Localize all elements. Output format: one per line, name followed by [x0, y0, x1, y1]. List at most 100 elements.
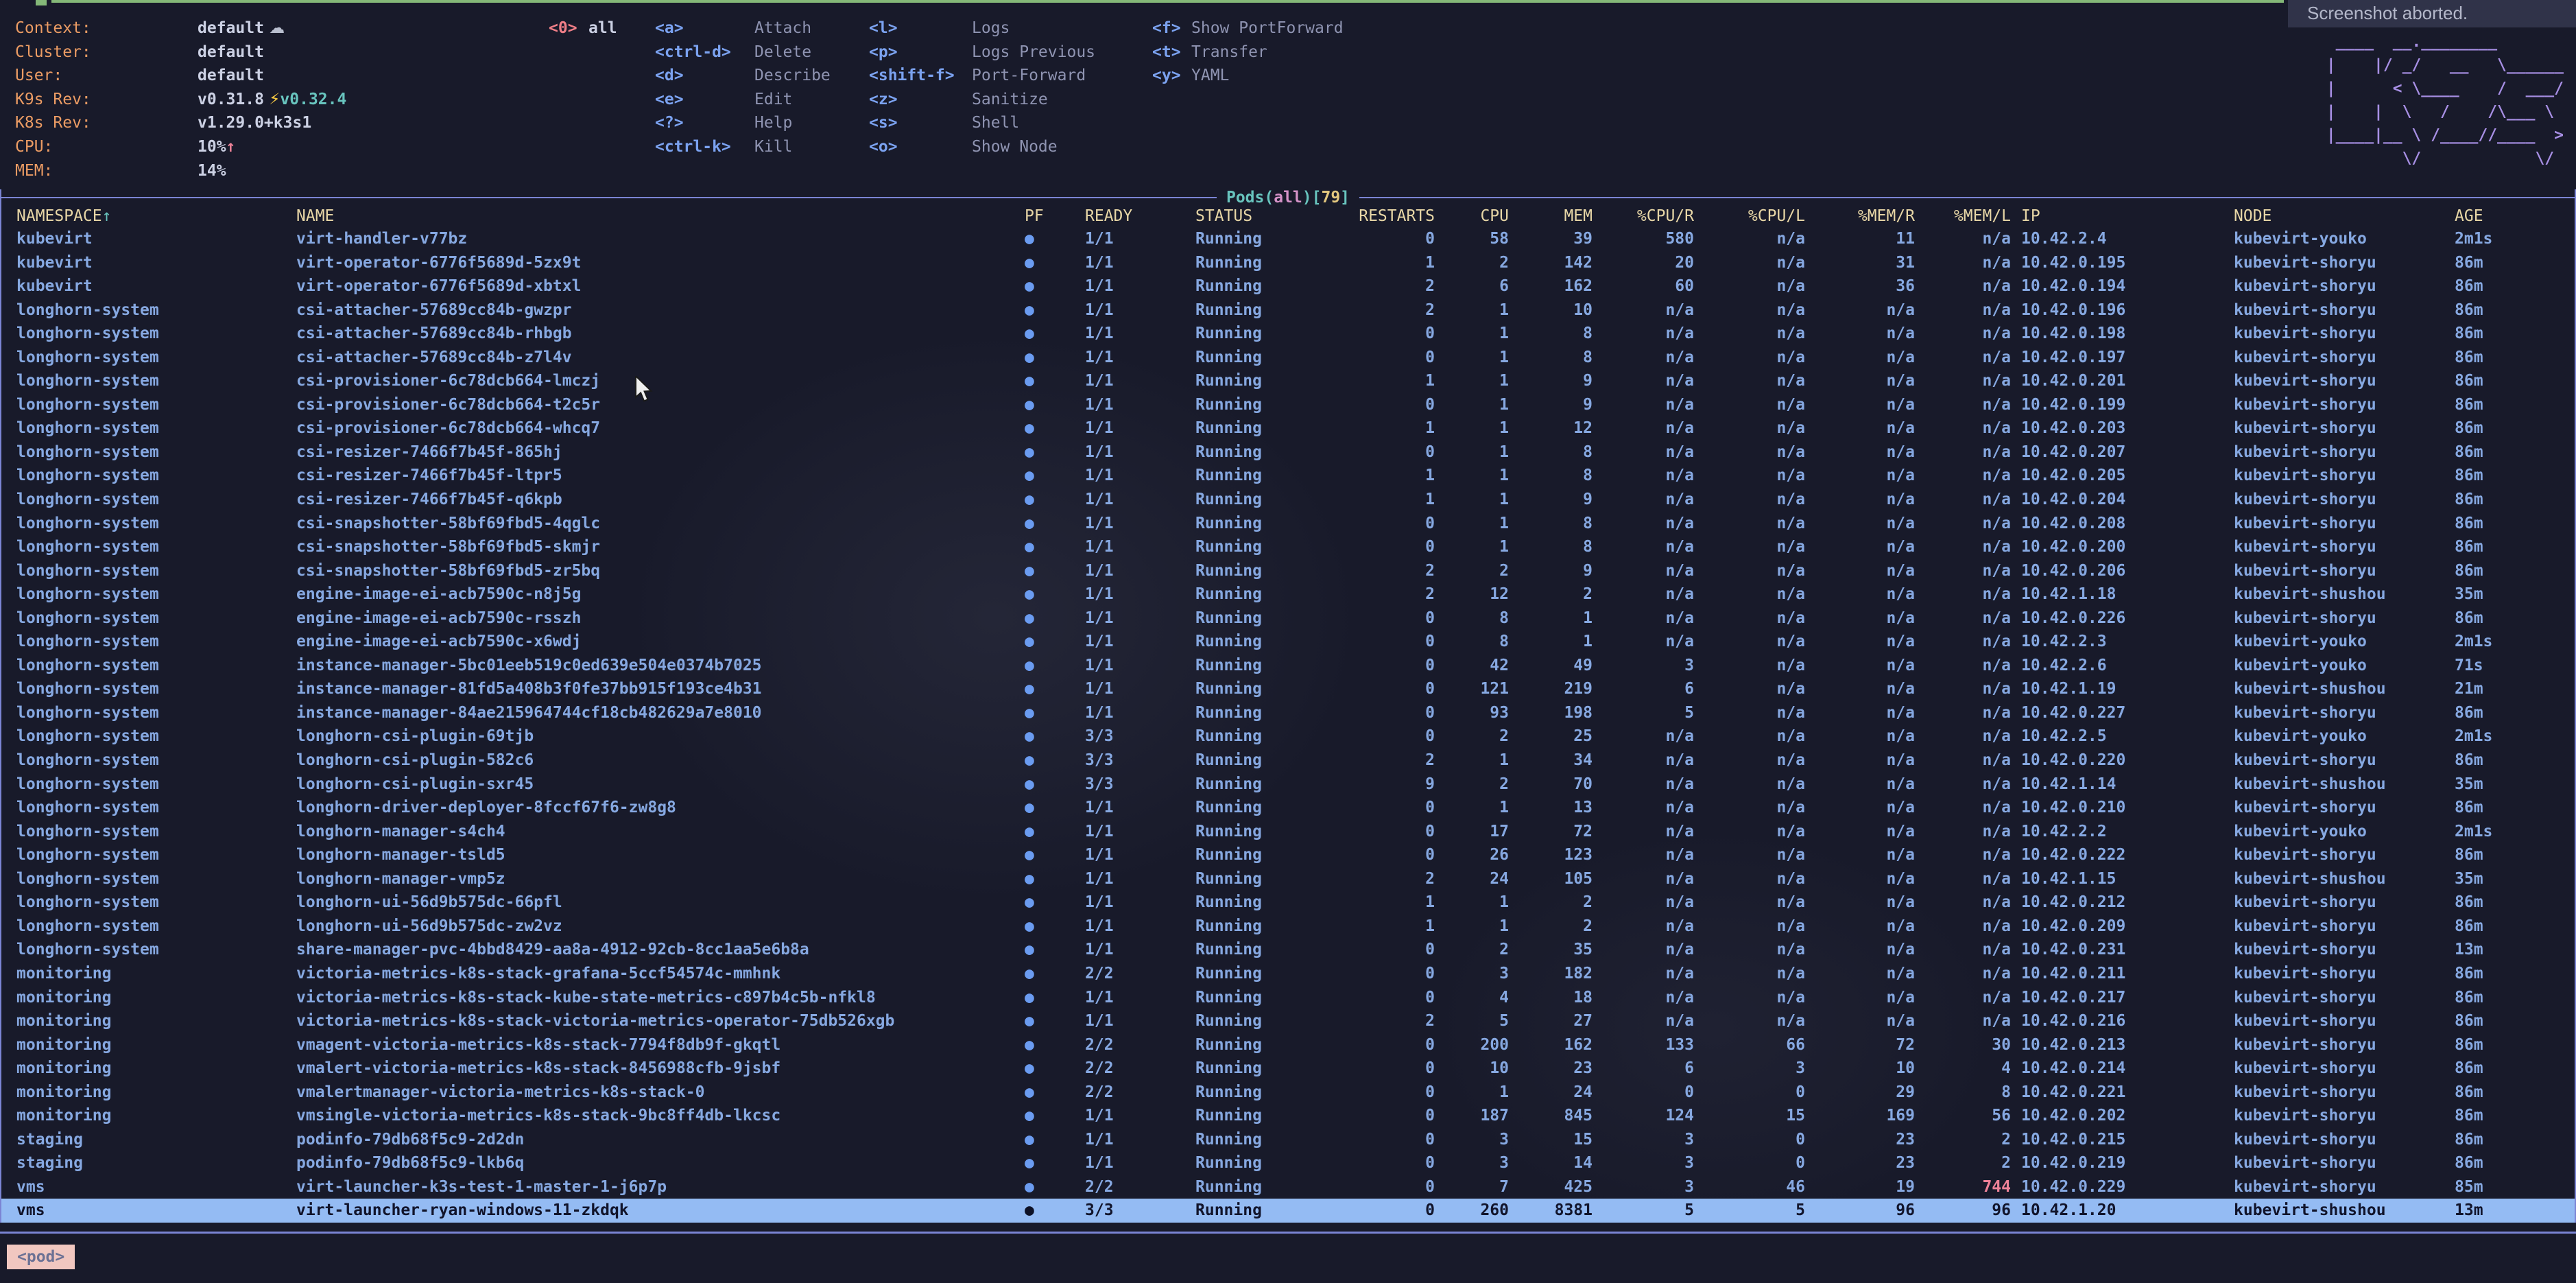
cell-status: Running [1195, 701, 1353, 725]
column-header-cpu[interactable]: CPU [1435, 206, 1509, 227]
column-header-mem[interactable]: MEM [1509, 206, 1593, 227]
menu-item-label: Port-Forward [972, 67, 1086, 84]
table-row[interactable]: longhorn-systemcsi-attacher-57689cc84b-g… [1, 298, 2575, 322]
column-header-ip[interactable]: IP [2011, 206, 2234, 227]
menu-item[interactable]: <?>Help [655, 111, 831, 135]
table-row[interactable]: longhorn-systemcsi-resizer-7466f7b45f-86… [1, 440, 2575, 464]
cell-restarts: 0 [1353, 1033, 1435, 1057]
cell-age: 86m [2455, 298, 2564, 322]
cell-namespace: longhorn-system [16, 677, 296, 701]
table-row[interactable]: longhorn-systemlonghorn-ui-56d9b575dc-66… [1, 891, 2575, 915]
menu-item[interactable]: <y>YAML [1152, 64, 1344, 88]
table-row[interactable]: longhorn-systemcsi-provisioner-6c78dcb66… [1, 416, 2575, 440]
table-row[interactable]: longhorn-systemlonghorn-manager-tsld5 ●1… [1, 843, 2575, 867]
cell-mem-l: n/a [1915, 274, 2011, 298]
menu-item[interactable]: <p>Logs Previous [869, 40, 1095, 64]
menu-item[interactable]: <f>Show PortForward [1152, 16, 1344, 40]
menu-item[interactable]: <d>Describe [655, 64, 831, 88]
column-header-node[interactable]: NODE [2234, 206, 2455, 227]
table-row[interactable]: longhorn-systemcsi-snapshotter-58bf69fbd… [1, 512, 2575, 536]
menu-item[interactable]: <l>Logs [869, 16, 1095, 40]
column-header-age[interactable]: AGE [2455, 206, 2564, 227]
column-header-mem-r[interactable]: %MEM/R [1805, 206, 1915, 227]
column-header-name[interactable]: NAME [296, 206, 1025, 227]
cell-status: Running [1195, 1104, 1353, 1128]
table-row[interactable]: longhorn-systemcsi-snapshotter-58bf69fbd… [1, 559, 2575, 583]
table-row[interactable]: longhorn-systemengine-image-ei-acb7590c-… [1, 607, 2575, 631]
column-header-status[interactable]: STATUS [1195, 206, 1353, 227]
table-row[interactable]: longhorn-systemlonghorn-csi-plugin-69tjb… [1, 725, 2575, 749]
cell-pf: ● [1025, 535, 1085, 559]
menu-item[interactable]: <ctrl-d>Delete [655, 40, 831, 64]
table-row[interactable]: monitoringvictoria-metrics-k8s-stack-vic… [1, 1009, 2575, 1033]
table-row[interactable]: longhorn-systeminstance-manager-84ae2159… [1, 701, 2575, 725]
table-row[interactable]: kubevirtvirt-handler-v77bz ●1/1Running05… [1, 227, 2575, 251]
cell-mem: 198 [1509, 701, 1593, 725]
menu-item[interactable]: <0>all [549, 16, 617, 40]
column-header-cpu-r[interactable]: %CPU/R [1593, 206, 1694, 227]
column-header-ready[interactable]: READY [1085, 206, 1195, 227]
column-header-namespace[interactable]: NAMESPACE↑ [16, 206, 296, 227]
table-row[interactable]: vmsvirt-launcher-k3s-test-1-master-1-j6p… [1, 1175, 2575, 1199]
table-row[interactable]: longhorn-systemlonghorn-csi-plugin-582c6… [1, 749, 2575, 773]
table-row[interactable]: longhorn-systeminstance-manager-5bc01eeb… [1, 654, 2575, 678]
table-row[interactable]: longhorn-systemlonghorn-csi-plugin-sxr45… [1, 773, 2575, 797]
table-row[interactable]: longhorn-systemshare-manager-pvc-4bbd842… [1, 938, 2575, 962]
menu-item[interactable]: <shift-f>Port-Forward [869, 64, 1095, 88]
cell-name: engine-image-ei-acb7590c-rsszh [296, 607, 1025, 631]
column-header-pf[interactable]: PF [1025, 206, 1085, 227]
cell-age: 86m [2455, 986, 2564, 1010]
table-row[interactable]: monitoringvictoria-metrics-k8s-stack-gra… [1, 962, 2575, 986]
table-row[interactable]: stagingpodinfo-79db68f5c9-2d2dn ●1/1Runn… [1, 1128, 2575, 1152]
table-row[interactable]: monitoringvmsingle-victoria-metrics-k8s-… [1, 1104, 2575, 1128]
cluster-info-row: K8s Rev:v1.29.0+k3s1 [15, 111, 346, 135]
cell-node: kubevirt-shoryu [2234, 796, 2455, 820]
table-row[interactable]: longhorn-systemcsi-resizer-7466f7b45f-lt… [1, 464, 2575, 488]
menu-item[interactable]: <a>Attach [655, 16, 831, 40]
cell-mem-r: n/a [1805, 298, 1915, 322]
table-row[interactable]: longhorn-systemengine-image-ei-acb7590c-… [1, 582, 2575, 607]
cell-cpu-l: n/a [1694, 1009, 1805, 1033]
table-row[interactable]: longhorn-systemcsi-resizer-7466f7b45f-q6… [1, 488, 2575, 512]
port-forward-dot-icon: ● [1025, 941, 1034, 958]
cell-cpu: 1 [1435, 1081, 1509, 1105]
table-row[interactable]: vmsvirt-launcher-ryan-windows-11-zkdqk ●… [1, 1199, 2575, 1223]
menu-item[interactable]: <z>Sanitize [869, 88, 1095, 112]
menu-item[interactable]: <ctrl-k>Kill [655, 135, 831, 159]
cell-cpu-l: n/a [1694, 986, 1805, 1010]
table-row[interactable]: monitoringvmagent-victoria-metrics-k8s-s… [1, 1033, 2575, 1057]
cell-cpu-r: 3 [1593, 1175, 1694, 1199]
menu-item[interactable]: <e>Edit [655, 88, 831, 112]
table-row[interactable]: longhorn-systeminstance-manager-81fd5a40… [1, 677, 2575, 701]
cell-age: 86m [2455, 796, 2564, 820]
menu-item[interactable]: <o>Show Node [869, 135, 1095, 159]
cell-pf: ● [1025, 915, 1085, 939]
table-row[interactable]: stagingpodinfo-79db68f5c9-lkb6q ●1/1Runn… [1, 1151, 2575, 1175]
table-row[interactable]: longhorn-systemcsi-attacher-57689cc84b-z… [1, 346, 2575, 370]
table-row[interactable]: longhorn-systemengine-image-ei-acb7590c-… [1, 630, 2575, 654]
cell-cpu: 24 [1435, 867, 1509, 891]
cell-status: Running [1195, 582, 1353, 607]
table-row[interactable]: longhorn-systemcsi-provisioner-6c78dcb66… [1, 369, 2575, 393]
menu-item[interactable]: <t>Transfer [1152, 40, 1344, 64]
table-row[interactable]: longhorn-systemlonghorn-manager-vmp5z ●1… [1, 867, 2575, 891]
table-row[interactable]: longhorn-systemcsi-provisioner-6c78dcb66… [1, 393, 2575, 417]
table-row[interactable]: monitoringvictoria-metrics-k8s-stack-kub… [1, 986, 2575, 1010]
cell-name: virt-launcher-ryan-windows-11-zkdqk [296, 1199, 1025, 1223]
menu-item[interactable]: <s>Shell [869, 111, 1095, 135]
table-row[interactable]: kubevirtvirt-operator-6776f5689d-5zx9t ●… [1, 251, 2575, 275]
table-row[interactable]: longhorn-systemlonghorn-manager-s4ch4 ●1… [1, 820, 2575, 844]
cell-ip: 10.42.0.212 [2011, 891, 2234, 915]
table-row[interactable]: monitoringvmalertmanager-victoria-metric… [1, 1081, 2575, 1105]
table-row[interactable]: longhorn-systemlonghorn-driver-deployer-… [1, 796, 2575, 820]
table-row[interactable]: longhorn-systemcsi-snapshotter-58bf69fbd… [1, 535, 2575, 559]
table-row[interactable]: longhorn-systemcsi-attacher-57689cc84b-r… [1, 322, 2575, 346]
column-header-mem-l[interactable]: %MEM/L [1915, 206, 2011, 227]
table-row[interactable]: longhorn-systemlonghorn-ui-56d9b575dc-zw… [1, 915, 2575, 939]
cell-namespace: longhorn-system [16, 440, 296, 464]
table-row[interactable]: kubevirtvirt-operator-6776f5689d-xbtxl ●… [1, 274, 2575, 298]
breadcrumb-pod[interactable]: <pod> [7, 1245, 75, 1269]
table-row[interactable]: monitoringvmalert-victoria-metrics-k8s-s… [1, 1057, 2575, 1081]
column-header-cpu-l[interactable]: %CPU/L [1694, 206, 1805, 227]
column-header-restarts[interactable]: RESTARTS [1353, 206, 1435, 227]
